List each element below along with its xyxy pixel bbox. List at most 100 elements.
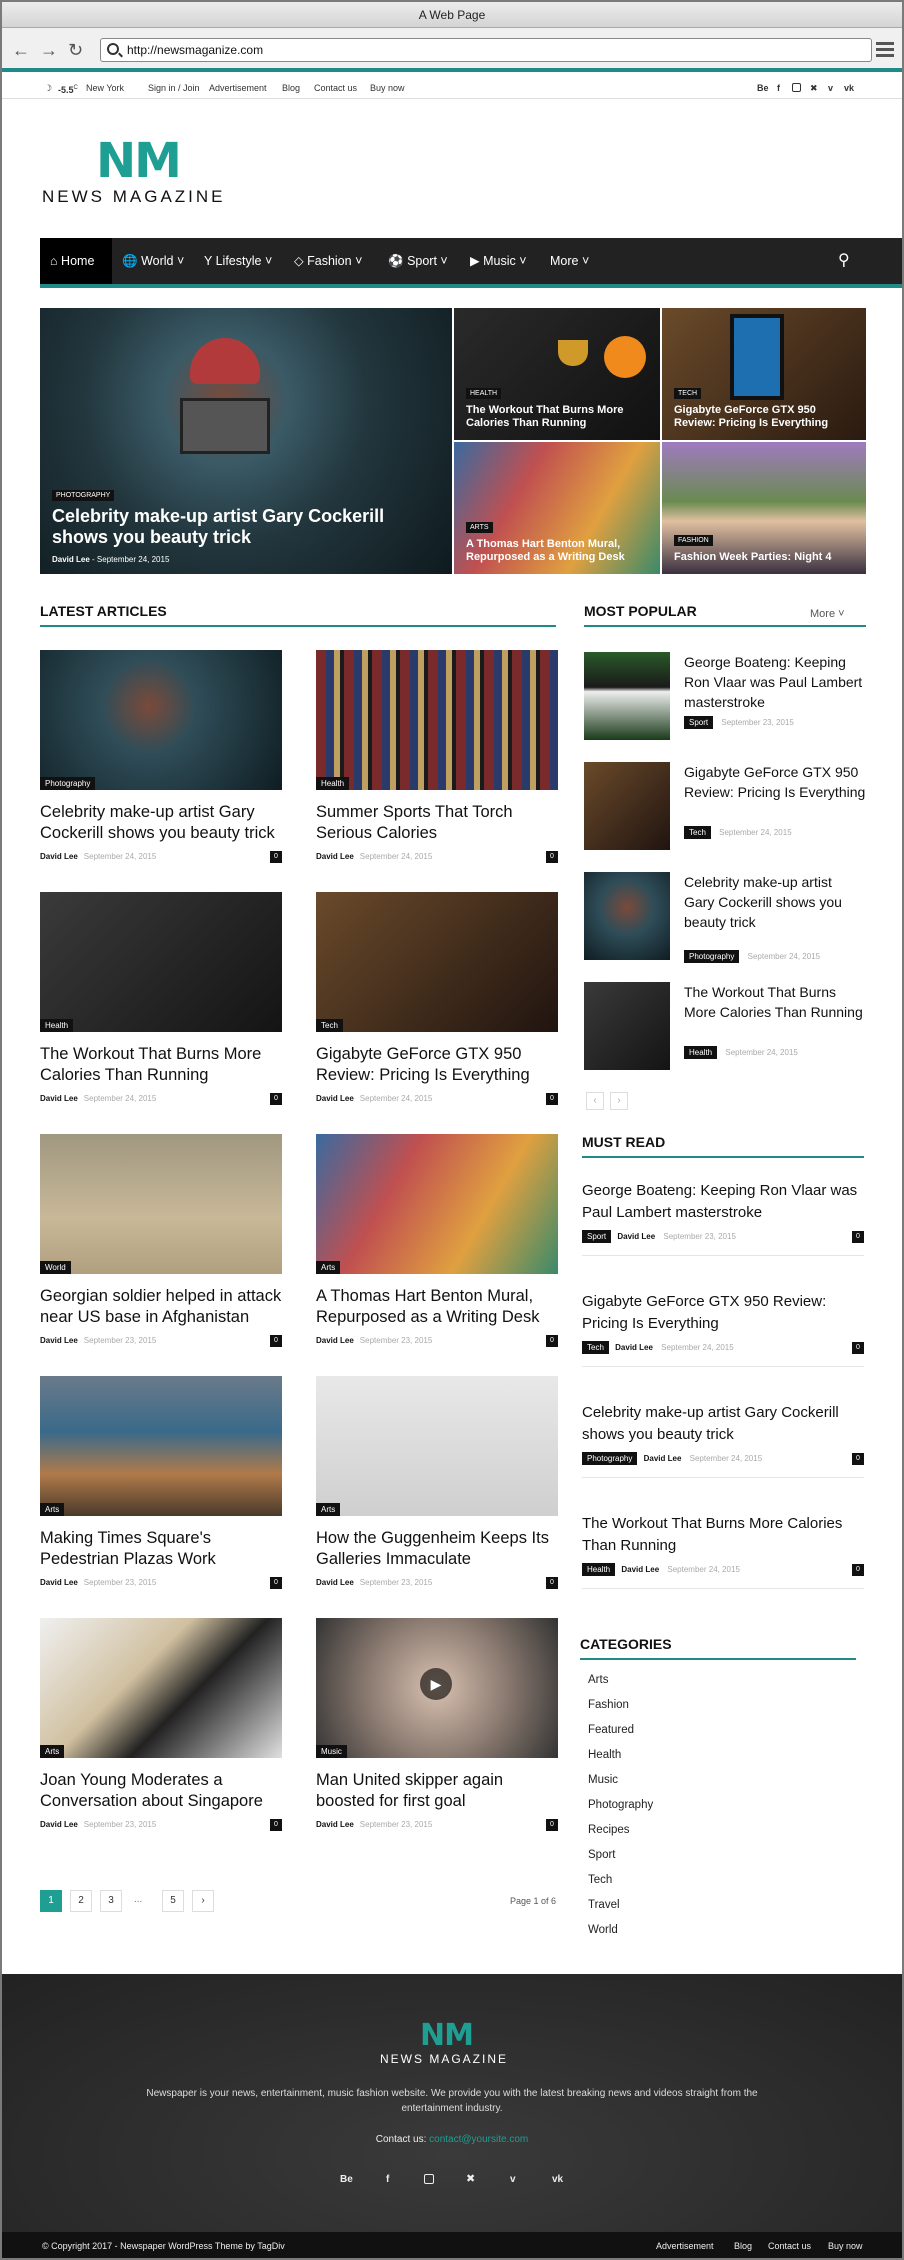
mustread-category[interactable]: Sport xyxy=(582,1230,612,1243)
article-category[interactable]: Photography xyxy=(40,777,96,790)
article-image[interactable]: ▶ Music xyxy=(316,1618,558,1758)
category-link[interactable]: Tech xyxy=(588,1874,612,1886)
article-card[interactable]: Health The Workout That Burns More Calori… xyxy=(40,892,282,1105)
category-link[interactable]: Arts xyxy=(588,1674,608,1686)
popular-category[interactable]: Health xyxy=(684,1046,718,1059)
article-image[interactable]: Health xyxy=(40,892,282,1032)
article-author[interactable]: David Lee xyxy=(316,1820,354,1829)
popular-title[interactable]: George Boateng: Keeping Ron Vlaar was Pa… xyxy=(684,652,866,712)
article-author[interactable]: David Lee xyxy=(316,1094,354,1103)
nav-home[interactable]: ⌂ Home xyxy=(40,238,112,284)
page-1[interactable]: 1 xyxy=(40,1890,62,1912)
article-category[interactable]: World xyxy=(40,1261,71,1274)
article-card[interactable]: Arts Making Times Square's Pedestrian Pla… xyxy=(40,1376,282,1589)
mustread-title[interactable]: Gigabyte GeForce GTX 950 Review: Pricing… xyxy=(582,1291,864,1335)
article-image[interactable]: World xyxy=(40,1134,282,1274)
vimeo-icon[interactable]: v xyxy=(828,77,833,99)
footer-instagram-icon[interactable] xyxy=(424,2174,434,2184)
instagram-icon[interactable] xyxy=(792,83,801,92)
popular-title[interactable]: Celebrity make-up artist Gary Cockerill … xyxy=(684,872,866,932)
mustread-author[interactable]: David Lee xyxy=(615,1343,653,1352)
search-icon[interactable]: ⚲ xyxy=(838,238,850,284)
category-link[interactable]: Recipes xyxy=(588,1824,630,1836)
hero-tile-tech[interactable]: TECH Gigabyte GeForce GTX 950 Review: Pri… xyxy=(662,308,866,440)
mustread-title[interactable]: Celebrity make-up artist Gary Cockerill … xyxy=(582,1402,864,1446)
comment-count[interactable]: 0 xyxy=(270,851,282,863)
category-link[interactable]: Travel xyxy=(588,1899,620,1911)
nav-fashion[interactable]: ◇ Fashion ˅ xyxy=(294,238,362,284)
popular-image[interactable] xyxy=(584,872,670,960)
article-title[interactable]: Making Times Square's Pedestrian Plazas … xyxy=(40,1528,282,1570)
article-card[interactable]: Photography Celebrity make-up artist Gary… xyxy=(40,650,282,863)
article-image[interactable]: Arts xyxy=(40,1618,282,1758)
category-link[interactable]: World xyxy=(588,1924,618,1936)
footer-email[interactable]: contact@yoursite.com xyxy=(429,2134,528,2145)
article-title[interactable]: Celebrity make-up artist Gary Cockerill … xyxy=(40,802,282,844)
article-category[interactable]: Health xyxy=(316,777,350,790)
comment-count[interactable]: 0 xyxy=(546,1093,558,1105)
mustread-author[interactable]: David Lee xyxy=(644,1454,682,1463)
topbar-link-buynow[interactable]: Buy now xyxy=(370,77,405,99)
popular-item[interactable]: George Boateng: Keeping Ron Vlaar was Pa… xyxy=(584,652,866,750)
article-category[interactable]: Arts xyxy=(316,1503,341,1516)
popular-image[interactable] xyxy=(584,652,670,740)
comment-count[interactable]: 0 xyxy=(852,1342,864,1354)
article-author[interactable]: David Lee xyxy=(316,1336,354,1345)
behance-icon[interactable]: Be xyxy=(757,77,769,99)
article-title[interactable]: The Workout That Burns More Calories Tha… xyxy=(40,1044,282,1086)
article-image[interactable]: Health xyxy=(316,650,558,790)
comment-count[interactable]: 0 xyxy=(852,1564,864,1576)
topbar-link-signin[interactable]: Sign in / Join xyxy=(148,77,200,99)
comment-count[interactable]: 0 xyxy=(546,1819,558,1831)
popular-title[interactable]: Gigabyte GeForce GTX 950 Review: Pricing… xyxy=(684,762,866,802)
topbar-link-contact[interactable]: Contact us xyxy=(314,77,357,99)
article-title[interactable]: Gigabyte GeForce GTX 950 Review: Pricing… xyxy=(316,1044,558,1086)
topbar-link-advertisement[interactable]: Advertisement xyxy=(209,77,267,99)
article-category[interactable]: Tech xyxy=(316,1019,343,1032)
popular-category[interactable]: Photography xyxy=(684,950,740,963)
site-logo[interactable]: NM NEWS MAGAZINE xyxy=(42,137,226,207)
article-image[interactable]: Arts xyxy=(316,1134,558,1274)
nav-sport[interactable]: ⚽ Sport ˅ xyxy=(388,238,448,284)
footer-behance-icon[interactable]: Be xyxy=(340,2174,353,2185)
mustread-author[interactable]: David Lee xyxy=(621,1565,659,1574)
footer-link-contact[interactable]: Contact us xyxy=(768,2232,811,2258)
article-category[interactable]: Arts xyxy=(40,1745,65,1758)
comment-count[interactable]: 0 xyxy=(270,1093,282,1105)
comment-count[interactable]: 0 xyxy=(270,1819,282,1831)
comment-count[interactable]: 0 xyxy=(546,1577,558,1589)
comment-count[interactable]: 0 xyxy=(270,1577,282,1589)
twitter-icon[interactable]: ✖ xyxy=(810,77,818,99)
article-author[interactable]: David Lee xyxy=(40,1336,78,1345)
popular-item[interactable]: Gigabyte GeForce GTX 950 Review: Pricing… xyxy=(584,762,866,860)
article-image[interactable]: Arts xyxy=(40,1376,282,1516)
article-card[interactable]: Arts How the Guggenheim Keeps Its Galleri… xyxy=(316,1376,558,1589)
mustread-item[interactable]: George Boateng: Keeping Ron Vlaar was Pa… xyxy=(582,1180,864,1256)
page-3[interactable]: 3 xyxy=(100,1890,122,1912)
page-next[interactable]: › xyxy=(192,1890,214,1912)
footer-link-buynow[interactable]: Buy now xyxy=(828,2232,863,2258)
footer-vk-icon[interactable]: vk xyxy=(552,2174,563,2185)
popular-item[interactable]: The Workout That Burns More Calories Tha… xyxy=(584,982,866,1080)
nav-world[interactable]: 🌐 World ˅ xyxy=(122,238,184,284)
mustread-category[interactable]: Health xyxy=(582,1563,616,1576)
footer-twitter-icon[interactable]: ✖ xyxy=(466,2172,475,2185)
facebook-icon[interactable]: f xyxy=(777,77,780,99)
article-author[interactable]: David Lee xyxy=(40,1820,78,1829)
article-title[interactable]: Man United skipper again boosted for fir… xyxy=(316,1770,558,1812)
mustread-item[interactable]: Celebrity make-up artist Gary Cockerill … xyxy=(582,1402,864,1478)
comment-count[interactable]: 0 xyxy=(546,851,558,863)
nav-more[interactable]: More ˅ xyxy=(550,238,589,284)
topbar-link-blog[interactable]: Blog xyxy=(282,77,300,99)
category-link[interactable]: Sport xyxy=(588,1849,616,1861)
nav-lifestyle[interactable]: Y Lifestyle ˅ xyxy=(204,238,272,284)
article-author[interactable]: David Lee xyxy=(40,852,78,861)
article-card[interactable]: Health Summer Sports That Torch Serious C… xyxy=(316,650,558,863)
popular-category[interactable]: Sport xyxy=(684,716,714,729)
popular-prev[interactable]: ‹ xyxy=(586,1092,604,1110)
article-category[interactable]: Arts xyxy=(316,1261,341,1274)
article-image[interactable]: Photography xyxy=(40,650,282,790)
back-icon[interactable]: ← xyxy=(12,40,30,60)
article-title[interactable]: Georgian soldier helped in attack near U… xyxy=(40,1286,282,1328)
category-link[interactable]: Health xyxy=(588,1749,621,1761)
